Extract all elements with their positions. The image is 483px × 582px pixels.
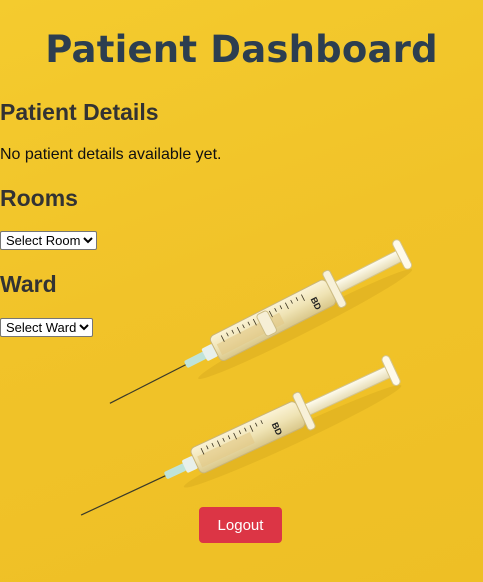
room-select[interactable]: Select Room (0, 231, 97, 250)
logout-button[interactable]: Logout (199, 507, 282, 543)
rooms-heading: Rooms (0, 185, 78, 211)
patient-details-heading: Patient Details (0, 99, 159, 125)
patient-details-empty-text: No patient details available yet. (0, 146, 222, 163)
page-title: Patient Dashboard (45, 28, 438, 71)
ward-heading: Ward (0, 271, 57, 297)
ward-select[interactable]: Select Ward (0, 318, 93, 337)
background-syringes-image: BD BD (80, 239, 413, 516)
